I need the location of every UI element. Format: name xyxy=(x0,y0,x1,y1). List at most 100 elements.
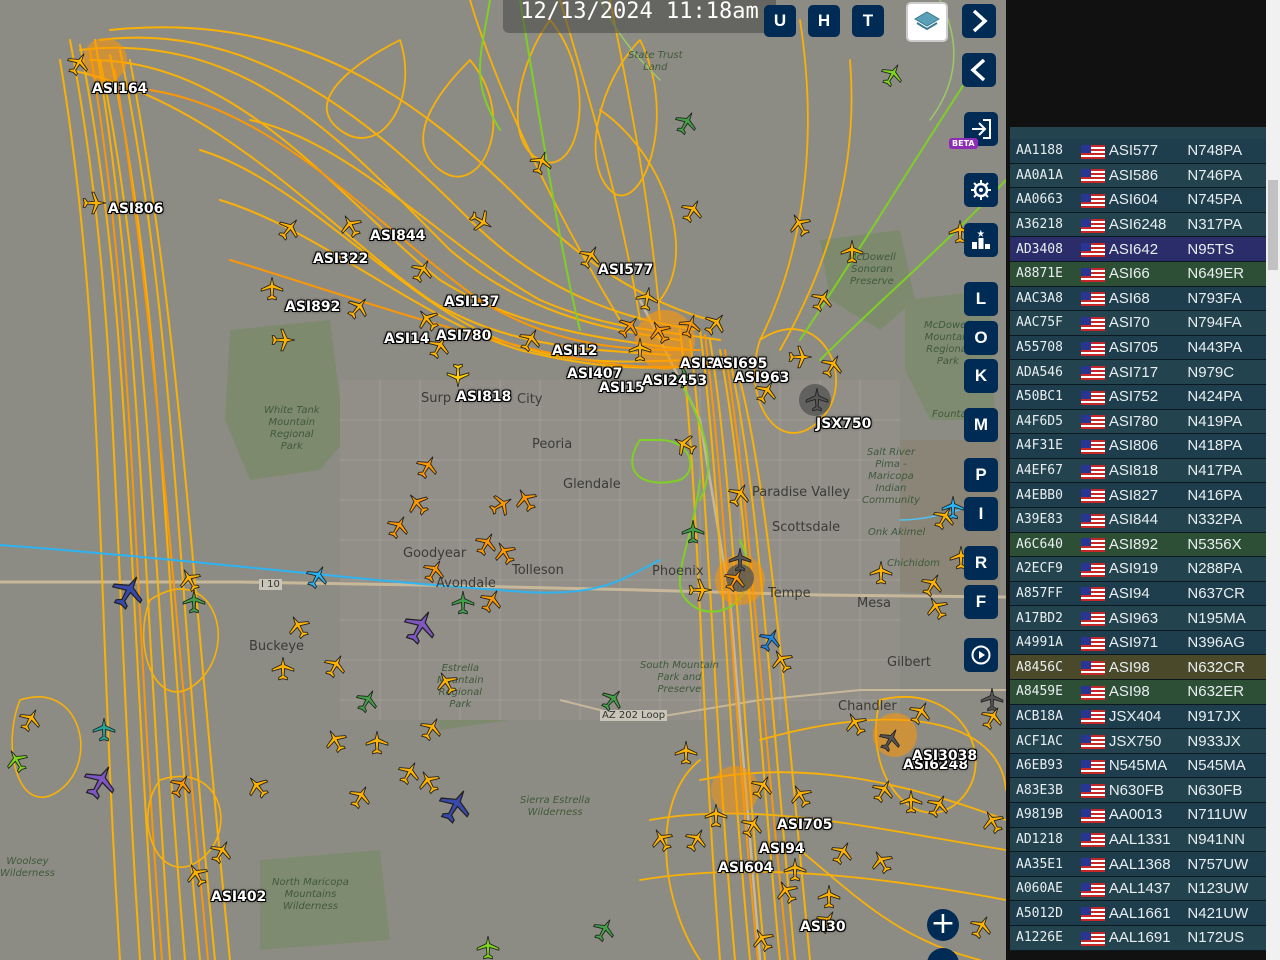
flight-label[interactable]: ASI780 xyxy=(436,328,491,344)
table-row[interactable]: A83E3B N630FB N630FB xyxy=(1010,778,1266,804)
aircraft-icon[interactable] xyxy=(703,803,729,829)
table-row[interactable]: ACF1AC JSX750 N933JX xyxy=(1010,729,1266,754)
table-row[interactable]: AA35E1 AAL1368 N757UW xyxy=(1010,852,1266,877)
side-button-f[interactable]: F xyxy=(964,585,998,619)
table-row[interactable]: A8456C ASI98 N632CR xyxy=(1010,655,1266,681)
toolbar-button-u[interactable]: U xyxy=(764,5,796,37)
table-row[interactable]: A5012D AAL1661 N421UW xyxy=(1010,901,1266,926)
flight-label[interactable]: ASI844 xyxy=(370,228,425,244)
scrollbar-thumb[interactable] xyxy=(1268,180,1278,270)
side-button-l[interactable]: L xyxy=(964,282,998,316)
table-row[interactable]: A8871E ASI66 N649ER xyxy=(1010,261,1266,287)
table-row[interactable]: ADA546 ASI717 N979C xyxy=(1010,360,1266,385)
aircraft-icon[interactable] xyxy=(270,656,296,682)
table-row[interactable]: ACB18A JSX404 N917JX xyxy=(1010,704,1266,730)
table-row[interactable]: A2ECF9 ASI919 N288PA xyxy=(1010,557,1266,582)
aircraft-icon[interactable] xyxy=(787,344,813,370)
next-button[interactable] xyxy=(962,4,996,38)
scrollbar-track[interactable] xyxy=(1266,0,1280,960)
back-button[interactable] xyxy=(962,53,996,87)
aircraft-icon[interactable] xyxy=(91,717,117,743)
flight-label[interactable]: ASI705 xyxy=(777,817,832,833)
table-row[interactable]: AA1188 ASI577 N748PA xyxy=(1010,139,1266,164)
settings-button[interactable] xyxy=(964,173,998,207)
flight-label[interactable]: ASI30 xyxy=(800,919,846,935)
aircraft-icon[interactable] xyxy=(673,740,699,766)
aircraft-icon[interactable] xyxy=(445,362,471,388)
table-row[interactable]: A55708 ASI705 N443PA xyxy=(1010,335,1266,361)
flight-label[interactable]: ASI3038 xyxy=(912,748,977,764)
flight-label[interactable]: ASI15 xyxy=(599,380,645,396)
side-button-o[interactable]: O xyxy=(964,321,998,355)
table-row[interactable]: A4F31E ASI806 N418PA xyxy=(1010,434,1266,459)
table-row[interactable]: A1226E AAL1691 N172US xyxy=(1010,926,1266,951)
table-row[interactable]: A4991A ASI971 N396AG xyxy=(1010,630,1266,656)
flight-label[interactable]: ASI806 xyxy=(108,201,163,217)
table-row[interactable]: A6C640 ASI892 N5356X xyxy=(1010,532,1266,558)
table-row[interactable]: A4EBB0 ASI827 N416PA xyxy=(1010,483,1266,508)
table-row[interactable]: A060AE AAL1437 N123UW xyxy=(1010,876,1266,902)
table-row[interactable]: AD3408 ASI642 N95TS xyxy=(1010,237,1266,262)
flight-label[interactable]: ASI604 xyxy=(718,860,773,876)
flight-label[interactable]: ASI322 xyxy=(313,251,368,267)
callsign: ASI752 xyxy=(1108,388,1159,406)
rankings-button[interactable] xyxy=(964,223,998,257)
aircraft-icon[interactable] xyxy=(450,590,476,616)
replay-button[interactable] xyxy=(964,638,998,672)
aircraft-icon[interactable] xyxy=(627,337,653,363)
flight-label[interactable]: ASI577 xyxy=(598,262,653,278)
layers-button[interactable] xyxy=(906,2,948,42)
table-row[interactable]: A4F6D5 ASI780 N419PA xyxy=(1010,409,1266,435)
aircraft-icon[interactable] xyxy=(868,560,894,586)
table-row[interactable]: A4EF67 ASI818 N417PA xyxy=(1010,458,1266,484)
aircraft-icon[interactable] xyxy=(364,730,390,756)
flight-label[interactable]: ASI695 xyxy=(712,356,767,372)
table-row[interactable]: A6EB93 N545MA N545MA xyxy=(1010,753,1266,779)
us-flag-icon xyxy=(1080,168,1105,184)
flight-label[interactable]: JSX750 xyxy=(816,416,871,432)
side-button-m[interactable]: M xyxy=(964,408,998,442)
flight-label[interactable]: ASI818 xyxy=(456,389,511,405)
aircraft-icon[interactable] xyxy=(181,589,207,615)
table-row[interactable]: A17BD2 ASI963 N195MA xyxy=(1010,606,1266,631)
aircraft-icon[interactable] xyxy=(839,239,865,265)
aircraft-icon[interactable] xyxy=(687,577,713,603)
table-row[interactable]: A8459E ASI98 N632ER xyxy=(1010,680,1266,705)
aircraft-icon[interactable] xyxy=(804,387,830,413)
side-button-r[interactable]: R xyxy=(964,546,998,580)
table-row[interactable]: A50BC1 ASI752 N424PA xyxy=(1010,384,1266,410)
aircraft-icon[interactable] xyxy=(81,190,107,216)
side-button-p[interactable]: P xyxy=(964,458,998,492)
table-row[interactable]: A36218 ASI6248 N317PA xyxy=(1010,212,1266,238)
flight-label[interactable]: ASI137 xyxy=(444,294,499,310)
us-flag-icon xyxy=(1080,464,1105,479)
table-row[interactable]: AD1218 AAL1331 N941NN xyxy=(1010,827,1266,853)
aircraft-icon[interactable] xyxy=(727,547,753,573)
flight-label[interactable]: ASI892 xyxy=(285,299,340,315)
side-button-k[interactable]: K xyxy=(964,359,998,393)
aircraft-icon[interactable] xyxy=(270,327,296,353)
flight-label[interactable]: ASI14 xyxy=(384,331,430,347)
aircraft-icon[interactable] xyxy=(475,935,501,960)
flight-label[interactable]: ASI94 xyxy=(759,841,805,857)
table-row[interactable]: AA0663 ASI604 N745PA xyxy=(1010,188,1266,213)
table-row[interactable]: AAC3A8 ASI68 N793FA xyxy=(1010,286,1266,312)
map-view[interactable]: Peoria Glendale Goodyear Avondale Tolleson Ph… xyxy=(0,0,1006,960)
table-row[interactable]: AAC75F ASI70 N794FA xyxy=(1010,311,1266,336)
aircraft-icon[interactable] xyxy=(259,276,285,302)
flight-label[interactable]: ASI2453 xyxy=(642,373,707,389)
table-row[interactable]: A857FF ASI94 N637CR xyxy=(1010,581,1266,607)
flight-label[interactable]: ASI402 xyxy=(211,889,266,905)
flight-label[interactable]: ASI12 xyxy=(552,343,598,359)
table-row[interactable]: A39E83 ASI844 N332PA xyxy=(1010,507,1266,533)
table-row[interactable]: AA0A1A ASI586 N746PA xyxy=(1010,163,1266,189)
toolbar-button-t[interactable]: T xyxy=(852,5,884,37)
aircraft-icon[interactable] xyxy=(680,519,706,545)
zoom-in-button[interactable]: + xyxy=(927,909,959,941)
side-button-i[interactable]: I xyxy=(964,497,998,531)
aircraft-icon[interactable] xyxy=(632,284,662,314)
toolbar-button-h[interactable]: H xyxy=(808,5,840,37)
flight-label[interactable]: ASI963 xyxy=(734,370,789,386)
flight-label[interactable]: ASI164 xyxy=(92,81,147,97)
table-row[interactable]: A9819B AA0013 N711UW xyxy=(1010,803,1266,828)
